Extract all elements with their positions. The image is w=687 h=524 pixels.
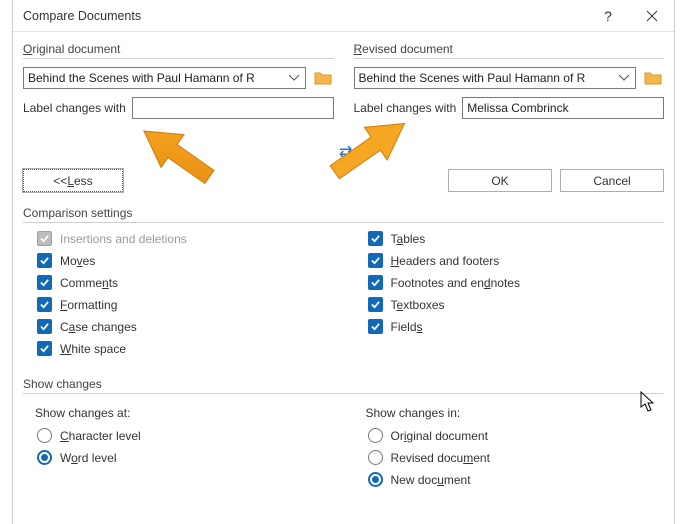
original-author-label: Label changes with [23,101,126,115]
radio-label: Revised document [391,451,490,465]
chevron-down-icon [287,71,301,85]
revised-select-text: Behind the Scenes with Paul Hamann of R [359,71,616,85]
chevron-down-icon [617,71,631,85]
checkbox-label: Insertions and deletions [60,232,187,246]
revised-document-select[interactable]: Behind the Scenes with Paul Hamann of R [354,67,637,89]
radio-character-level[interactable]: Character level [23,428,334,443]
checkbox-moves[interactable]: Moves [23,253,334,268]
checkbox-insertions-deletions: Insertions and deletions [23,231,334,246]
revised-document-group: Revised document Behind the Scenes with … [354,38,665,127]
radio-label: Word level [60,451,116,465]
original-author-input[interactable] [132,97,334,119]
original-document-select[interactable]: Behind the Scenes with Paul Hamann of R [23,67,306,89]
radio-new-document[interactable]: New document [354,472,665,487]
radio-word-level[interactable]: Word level [23,450,334,465]
original-group-label: riginal document [32,42,120,56]
show-changes-at-heading: Show changes at: [23,406,334,420]
show-changes-heading: Show changes [23,373,664,394]
folder-icon [644,71,662,85]
checkbox-tables[interactable]: Tables [354,231,665,246]
close-button[interactable] [630,0,674,32]
radio-original-document[interactable]: Original document [354,428,665,443]
titlebar: Compare Documents ? [13,0,674,32]
checkbox-textboxes[interactable]: Textboxes [354,297,665,312]
help-button[interactable]: ? [586,0,630,32]
checkbox-label: Headers and footers [391,254,500,268]
compare-documents-dialog: Compare Documents ? Original document Be… [12,0,675,524]
radio-revised-document[interactable]: Revised document [354,450,665,465]
dialog-title: Compare Documents [23,9,141,23]
browse-revised-button[interactable] [642,68,664,88]
checkbox-case-changes[interactable]: Case changes [23,319,334,334]
checkbox-label: Comments [60,276,118,290]
folder-icon [314,71,332,85]
checkbox-comments[interactable]: Comments [23,275,334,290]
checkbox-fields[interactable]: Fields [354,319,665,334]
checkbox-label: Tables [391,232,426,246]
checkbox-label: Textboxes [391,298,445,312]
checkbox-footnotes-endnotes[interactable]: Footnotes and endnotes [354,275,665,290]
cancel-button[interactable]: Cancel [560,169,664,192]
show-changes-in-heading: Show changes in: [354,406,665,420]
revised-group-label: evised document [362,42,453,56]
checkbox-formatting[interactable]: Formatting [23,297,334,312]
less-button[interactable]: << Less [23,169,123,192]
checkbox-white-space[interactable]: White space [23,341,334,356]
comparison-settings-heading: Comparison settings [23,202,664,223]
original-select-text: Behind the Scenes with Paul Hamann of R [28,71,285,85]
checkbox-label: Moves [60,254,95,268]
checkbox-label: White space [60,342,126,356]
checkbox-label: Footnotes and endnotes [391,276,520,290]
ok-button[interactable]: OK [448,169,552,192]
browse-original-button[interactable] [312,68,334,88]
checkbox-label: Case changes [60,320,137,334]
checkbox-label: Fields [391,320,423,334]
original-document-group: Original document Behind the Scenes with… [23,38,334,127]
radio-label: Character level [60,429,141,443]
revised-author-input[interactable] [462,97,664,119]
checkbox-label: Formatting [60,298,117,312]
radio-label: New document [391,473,471,487]
close-icon [646,10,658,22]
revised-author-label: Label changes with [354,101,457,115]
swap-documents-button[interactable]: ⇄ [339,142,352,162]
checkbox-headers-footers[interactable]: Headers and footers [354,253,665,268]
radio-label: Original document [391,429,488,443]
